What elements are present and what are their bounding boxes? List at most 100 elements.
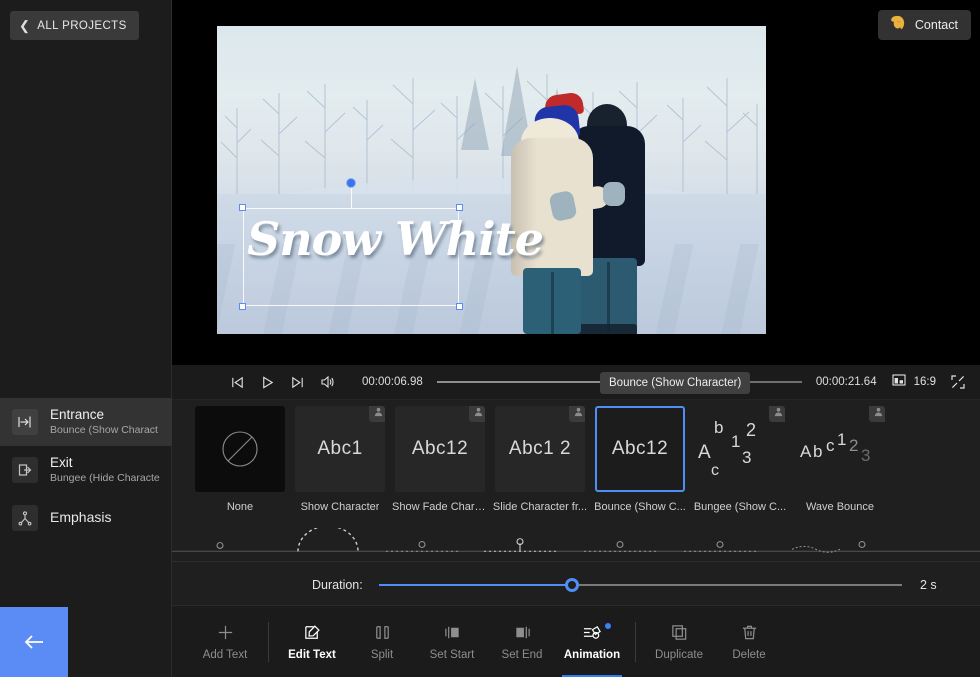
resize-handle-top-left[interactable] (239, 204, 246, 211)
resize-handle-top-right[interactable] (456, 204, 463, 211)
animation-label: None (226, 501, 254, 513)
fullscreen-icon (951, 375, 965, 389)
edit-text-button[interactable]: Edit Text (277, 606, 347, 677)
animation-option-show-fade-character[interactable]: Abc12 Show Fade Chara... (390, 400, 490, 513)
contact-label: Contact (914, 18, 958, 32)
animation-icon (583, 625, 601, 639)
scrubber-handle[interactable] (628, 377, 639, 387)
timeline-scrubber[interactable] (436, 375, 802, 389)
tool-label: Animation (563, 648, 621, 661)
animation-label: Bounce (Show C... (594, 501, 686, 513)
resize-handle-bottom-right[interactable] (456, 303, 463, 310)
sidebar-item-entrance[interactable]: Entrance Bounce (Show Charact (0, 398, 172, 446)
animation-option-bungee-show-character[interactable]: A b c 1 2 3 Bungee (Show C... (690, 400, 790, 513)
text-overlay-layer[interactable]: Snow White (239, 178, 544, 310)
previous-frame-button[interactable] (222, 367, 252, 397)
add-text-button[interactable]: Add Text (190, 606, 260, 677)
text-overlay-content[interactable]: Snow White (247, 216, 544, 262)
animation-panel: None Abc1 Show Character Abc12 Show Fade… (172, 400, 980, 605)
animation-preview: A b c 1 2 3 (795, 406, 885, 492)
video-editor-app: ❮ ALL PROJECTS Entrance Bounce (Show Cha… (0, 0, 980, 677)
vip-badge-icon (469, 406, 485, 422)
duration-fill (378, 584, 573, 586)
vip-badge-icon (369, 406, 385, 422)
playback-bar: 00:00:06.98 00:00:21.64 16:9 (172, 365, 980, 400)
set-start-icon (444, 626, 459, 638)
vip-badge-icon (769, 406, 785, 422)
fullscreen-button[interactable] (950, 374, 966, 390)
bottom-toolbar: Add Text Edit Text Split Set Start Set E… (172, 605, 980, 677)
plus-icon (218, 625, 232, 639)
animation-thumbnail-row: None Abc1 Show Character Abc12 Show Fade… (172, 400, 980, 528)
volume-button[interactable] (312, 367, 342, 397)
toolbar-divider (635, 621, 636, 662)
aspect-ratio-label: 16:9 (913, 376, 936, 388)
sidebar-item-sublabel: Bounce (Show Charact (50, 423, 158, 436)
sidebar-item-emphasis[interactable]: Emphasis (0, 494, 172, 542)
tool-label: Add Text (202, 648, 248, 661)
back-button[interactable] (0, 607, 68, 677)
sidebar-item-label: Exit (50, 454, 73, 470)
animation-button[interactable]: Animation (557, 606, 627, 677)
aspect-ratio-control[interactable]: 16:9 (891, 372, 936, 393)
animation-option-show-character[interactable]: Abc1 Show Character (290, 400, 390, 513)
play-button[interactable] (252, 367, 282, 397)
sidebar-item-label: Entrance (50, 406, 105, 422)
chevron-left-icon: ❮ (19, 17, 31, 33)
animation-category-list: Entrance Bounce (Show Charact Exit Bunge… (0, 398, 172, 542)
sidebar-item-sublabel: Bungee (Hide Characte (50, 471, 160, 484)
animation-label: Wave Bounce (805, 501, 875, 513)
animation-option-slide-character[interactable]: Abc1 2 Slide Character fr... (490, 400, 590, 513)
animation-preview (195, 406, 285, 492)
total-time: 00:00:21.64 (815, 376, 877, 388)
aspect-ratio-icon (891, 372, 907, 393)
rotate-stem (351, 186, 352, 208)
duration-value: 2 s (920, 578, 937, 592)
vip-badge-icon (869, 406, 885, 422)
volume-icon (321, 375, 334, 389)
split-icon (375, 625, 389, 639)
play-icon (262, 375, 273, 389)
no-animation-icon (222, 431, 258, 467)
animation-preview: Abc1 (295, 406, 385, 492)
animation-label: Slide Character fr... (492, 501, 588, 513)
sidebar-item-exit[interactable]: Exit Bungee (Hide Characte (0, 446, 172, 494)
animation-preview-text: Abc1 2 (508, 438, 572, 459)
edit-pencil-icon (304, 624, 320, 639)
animation-option-none[interactable]: None (190, 400, 290, 513)
tool-label: Set Start (429, 648, 475, 661)
duplicate-button[interactable]: Duplicate (644, 606, 714, 677)
left-rail: ❮ ALL PROJECTS Entrance Bounce (Show Cha… (0, 0, 172, 677)
toolbar-divider (268, 621, 269, 662)
video-canvas[interactable]: Snow White (217, 26, 766, 334)
animation-label: Bungee (Show C... (693, 501, 787, 513)
animation-preview: Abc12 (595, 406, 685, 492)
all-projects-label: ALL PROJECTS (37, 19, 127, 32)
tool-label: Set End (501, 648, 543, 661)
emphasis-icon (12, 505, 38, 531)
duration-label: Duration: (312, 578, 363, 592)
resize-handle-bottom-left[interactable] (239, 303, 246, 310)
animation-option-wave-bounce[interactable]: A b c 1 2 3 Wave Bounce (790, 400, 890, 513)
animation-option-bounce-show-character[interactable]: Abc12 Bounce (Show C... (590, 400, 690, 513)
delete-button[interactable]: Delete (714, 606, 784, 677)
rotate-handle-dot[interactable] (346, 178, 356, 188)
animation-label: Show Fade Chara... (392, 501, 488, 513)
contact-button[interactable]: Contact (877, 10, 971, 40)
arrow-left-icon (24, 635, 43, 649)
duplicate-icon (671, 624, 686, 640)
split-button[interactable]: Split (347, 606, 417, 677)
tool-label: Split (370, 648, 394, 661)
tool-label: Duplicate (655, 648, 703, 661)
trash-icon (742, 625, 756, 639)
duration-row: Duration: 2 s (172, 566, 980, 604)
set-end-button[interactable]: Set End (487, 606, 557, 677)
current-time: 00:00:06.98 (362, 376, 423, 388)
animation-preview: Abc12 (395, 406, 485, 492)
next-frame-button[interactable] (282, 367, 312, 397)
set-start-button[interactable]: Set Start (417, 606, 487, 677)
duration-slider[interactable] (378, 577, 902, 593)
duration-handle[interactable] (565, 578, 580, 592)
animation-preview: A b c 1 2 3 (695, 406, 785, 492)
all-projects-button[interactable]: ❮ ALL PROJECTS (10, 11, 139, 40)
